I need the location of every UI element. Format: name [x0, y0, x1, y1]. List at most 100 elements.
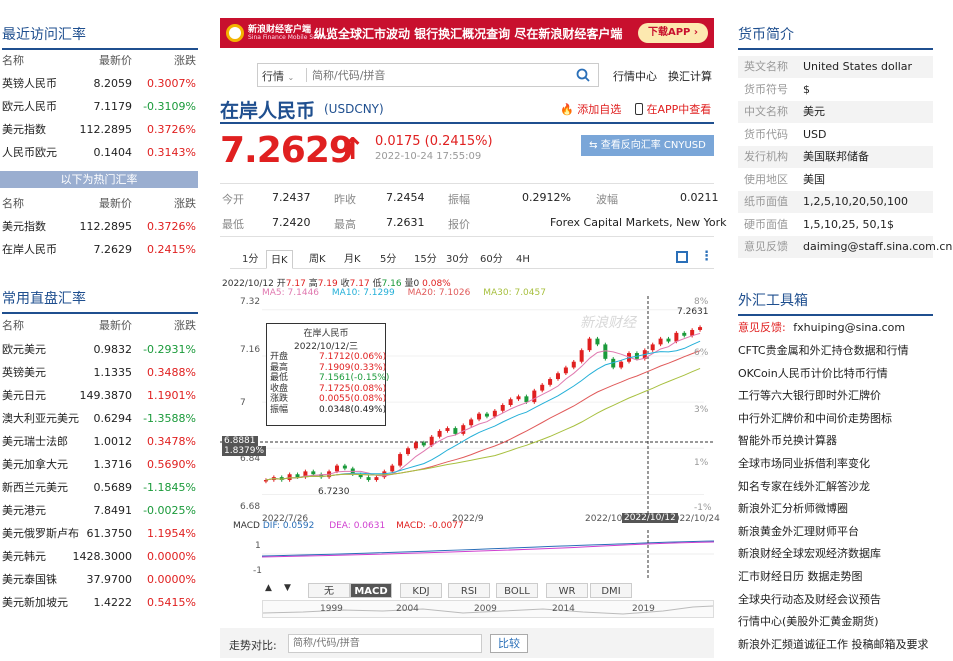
toolbox-link[interactable]: 智能外币兑换计算器 [738, 432, 837, 448]
toolbox-link[interactable]: 新浪外汇频道诚征工作 投稿邮箱及要求 [738, 636, 929, 652]
rate-price: 0.6294 [93, 412, 133, 425]
chart-tab[interactable]: 60分 [476, 250, 507, 269]
fx-calculator-link[interactable]: 换汇计算 [668, 68, 712, 84]
rate-name[interactable]: 美元新加坡元 [2, 591, 68, 614]
more-icon[interactable]: ⋮ [700, 249, 713, 264]
chart-tab[interactable]: 月K [340, 250, 365, 269]
chart-tab[interactable]: 15分 [410, 250, 441, 269]
chart-tab[interactable]: 周K [305, 250, 330, 269]
rate-row[interactable]: 美元韩元 1428.3000 0.0000% [0, 545, 198, 568]
rate-row[interactable]: 美元指数 112.2895 0.3726% [0, 215, 198, 238]
indicator-tab[interactable]: DMI [590, 583, 632, 598]
indicator-tab[interactable]: KDJ [400, 583, 442, 598]
rate-row[interactable]: 美元俄罗斯卢布 61.3750 1.1954% [0, 522, 198, 545]
chart-tab[interactable]: 日K [266, 250, 293, 269]
compare-input[interactable] [288, 634, 482, 653]
chart-tab[interactable]: 30分 [442, 250, 473, 269]
rate-row[interactable]: 英镑美元 1.1335 0.3488% [0, 361, 198, 384]
toolbox-link[interactable]: 行情中心(美股外汇黄金期货) [738, 613, 879, 629]
rate-name[interactable]: 在岸人民币 [2, 238, 57, 261]
y-right-tick-label: 6% [694, 348, 709, 358]
add-favorite-button[interactable]: 🔥 添加自选 [560, 101, 621, 117]
toolbox-link[interactable]: 知名专家在线外汇解答沙龙 [738, 478, 870, 494]
rate-row[interactable]: 人民币欧元 0.1404 0.3143% [0, 141, 198, 164]
indicator-tab[interactable]: RSI [448, 583, 490, 598]
rate-name[interactable]: 美元俄罗斯卢布 [2, 522, 79, 545]
rate-name[interactable]: 美元泰国铢 [2, 568, 57, 591]
rate-name[interactable]: 美元港元 [2, 499, 46, 522]
toolbox-link[interactable]: 中行外汇牌价和中间价走势图标 [738, 410, 892, 426]
profile-value: 1,5,10,25, 50,1$ [803, 217, 894, 231]
search-icon[interactable] [576, 68, 590, 82]
tooltip-key: 涨跌 [270, 394, 289, 404]
rate-row[interactable]: 美元瑞士法郎 1.0012 0.3478% [0, 430, 198, 453]
reverse-rate-button[interactable]: ⇆ 查看反向汇率 CNYUSD [581, 135, 714, 156]
toolbox-link[interactable]: 全球市场同业拆借利率变化 [738, 455, 870, 471]
rate-name[interactable]: 欧元美元 [2, 338, 46, 361]
rate-name[interactable]: 人民币欧元 [2, 141, 57, 164]
indicator-tab[interactable]: 无 [308, 583, 350, 598]
rate-row[interactable]: 美元加拿大元 1.3716 0.5690% [0, 453, 198, 476]
toolbox-link[interactable]: OKCoin人民币计价比特币行情 [738, 365, 888, 381]
rate-row[interactable]: 美元新加坡元 1.4222 0.5415% [0, 591, 198, 614]
feedback-email[interactable]: fxhuiping@sina.com [793, 321, 905, 334]
rate-row[interactable]: 澳大利亚元美元 0.6294 -1.3588% [0, 407, 198, 430]
rate-price: 7.2629 [93, 243, 133, 256]
toolbox-link[interactable]: 汇市财经日历 数据走势图 [738, 568, 863, 584]
toolbox-link[interactable]: CFTC贵金属和外汇持仓数据和行情 [738, 342, 909, 358]
rate-name[interactable]: 美元加拿大元 [2, 453, 68, 476]
indicator-tab[interactable]: WR [546, 583, 588, 598]
toolbox-link[interactable]: 新浪外汇分析师微博圈 [738, 500, 848, 516]
scroll-down-arrow-icon[interactable]: ▼ [284, 583, 291, 593]
rate-name[interactable]: 美元指数 [2, 215, 46, 238]
rate-name[interactable]: 英镑美元 [2, 361, 46, 384]
chart-tab[interactable]: 5分 [376, 250, 400, 269]
rate-name[interactable]: 美元指数 [2, 118, 46, 141]
rate-row[interactable]: 美元日元 149.3870 1.1901% [0, 384, 198, 407]
scroll-up-arrow-icon[interactable]: ▲ [265, 583, 272, 593]
rate-name[interactable]: 欧元人民币 [2, 95, 57, 118]
chart-tab[interactable]: 4H [512, 250, 534, 269]
rate-row[interactable]: 英镑人民币 8.2059 0.3007% [0, 72, 198, 95]
recent-rates-title: 最近访问汇率 [2, 24, 198, 50]
rate-name[interactable]: 美元瑞士法郎 [2, 430, 68, 453]
profile-row: 纸币面值 1,2,5,10,20,50,100 [738, 191, 933, 213]
chart-tab[interactable]: 1分 [238, 250, 262, 269]
view-in-app-button[interactable]: 在APP中查看 [635, 101, 711, 117]
toolbox-link[interactable]: 新浪财经全球宏观经济数据库 [738, 545, 881, 561]
rate-row[interactable]: 新西兰元美元 0.5689 -1.1845% [0, 476, 198, 499]
search-box[interactable]: 行情 ⌄ [257, 63, 599, 87]
rate-name[interactable]: 美元韩元 [2, 545, 46, 568]
candle-body [666, 338, 671, 342]
market-center-link[interactable]: 行情中心 [613, 68, 657, 84]
ohlc-tooltip: 在岸人民币 2022/10/12/三 开盘 7.1712(0.06%) 最高 7.19… [266, 323, 389, 426]
candle-body [366, 477, 371, 481]
rate-change: 0.5415% [147, 596, 196, 609]
rate-row[interactable]: 美元泰国铢 37.9700 0.0000% [0, 568, 198, 591]
indicator-tab[interactable]: BOLL [496, 583, 538, 598]
search-type-select[interactable]: 行情 ⌄ [262, 68, 294, 84]
fullscreen-icon[interactable] [676, 251, 688, 263]
app-banner[interactable]: 新浪财经客户端 Sina Finance Mobile Service 纵览全球… [220, 18, 714, 48]
compare-button[interactable]: 比较 [490, 634, 528, 653]
rate-row[interactable]: 欧元美元 0.9832 -0.2931% [0, 338, 198, 361]
toolbox-link[interactable]: 全球央行动态及财经会议预告 [738, 591, 881, 607]
rate-name[interactable]: 英镑人民币 [2, 72, 57, 95]
candle-body [500, 405, 505, 411]
download-app-button[interactable]: 下载APP › [638, 23, 708, 43]
tooltip-title: 在岸人民币 [303, 329, 349, 339]
rate-row[interactable]: 美元指数 112.2895 0.3726% [0, 118, 198, 141]
quote-time: 2022-10-24 17:55:09 [375, 151, 482, 162]
indicator-tab[interactable]: MACD [350, 583, 392, 598]
rate-name[interactable]: 美元日元 [2, 384, 46, 407]
rate-name[interactable]: 新西兰元美元 [2, 476, 68, 499]
rate-row[interactable]: 在岸人民币 7.2629 0.2415% [0, 238, 198, 261]
toolbox-link[interactable]: 新浪黄金外汇理财师平台 [738, 523, 859, 539]
toolbox-link[interactable]: 工行等六大银行即时外汇牌价 [738, 387, 881, 403]
search-input[interactable] [312, 67, 562, 83]
profile-row: 英文名称 United States dollar [738, 56, 933, 78]
rate-row[interactable]: 欧元人民币 7.1179 -0.3109% [0, 95, 198, 118]
candle-body [342, 465, 347, 469]
rate-name[interactable]: 澳大利亚元美元 [2, 407, 79, 430]
rate-row[interactable]: 美元港元 7.8491 -0.0025% [0, 499, 198, 522]
